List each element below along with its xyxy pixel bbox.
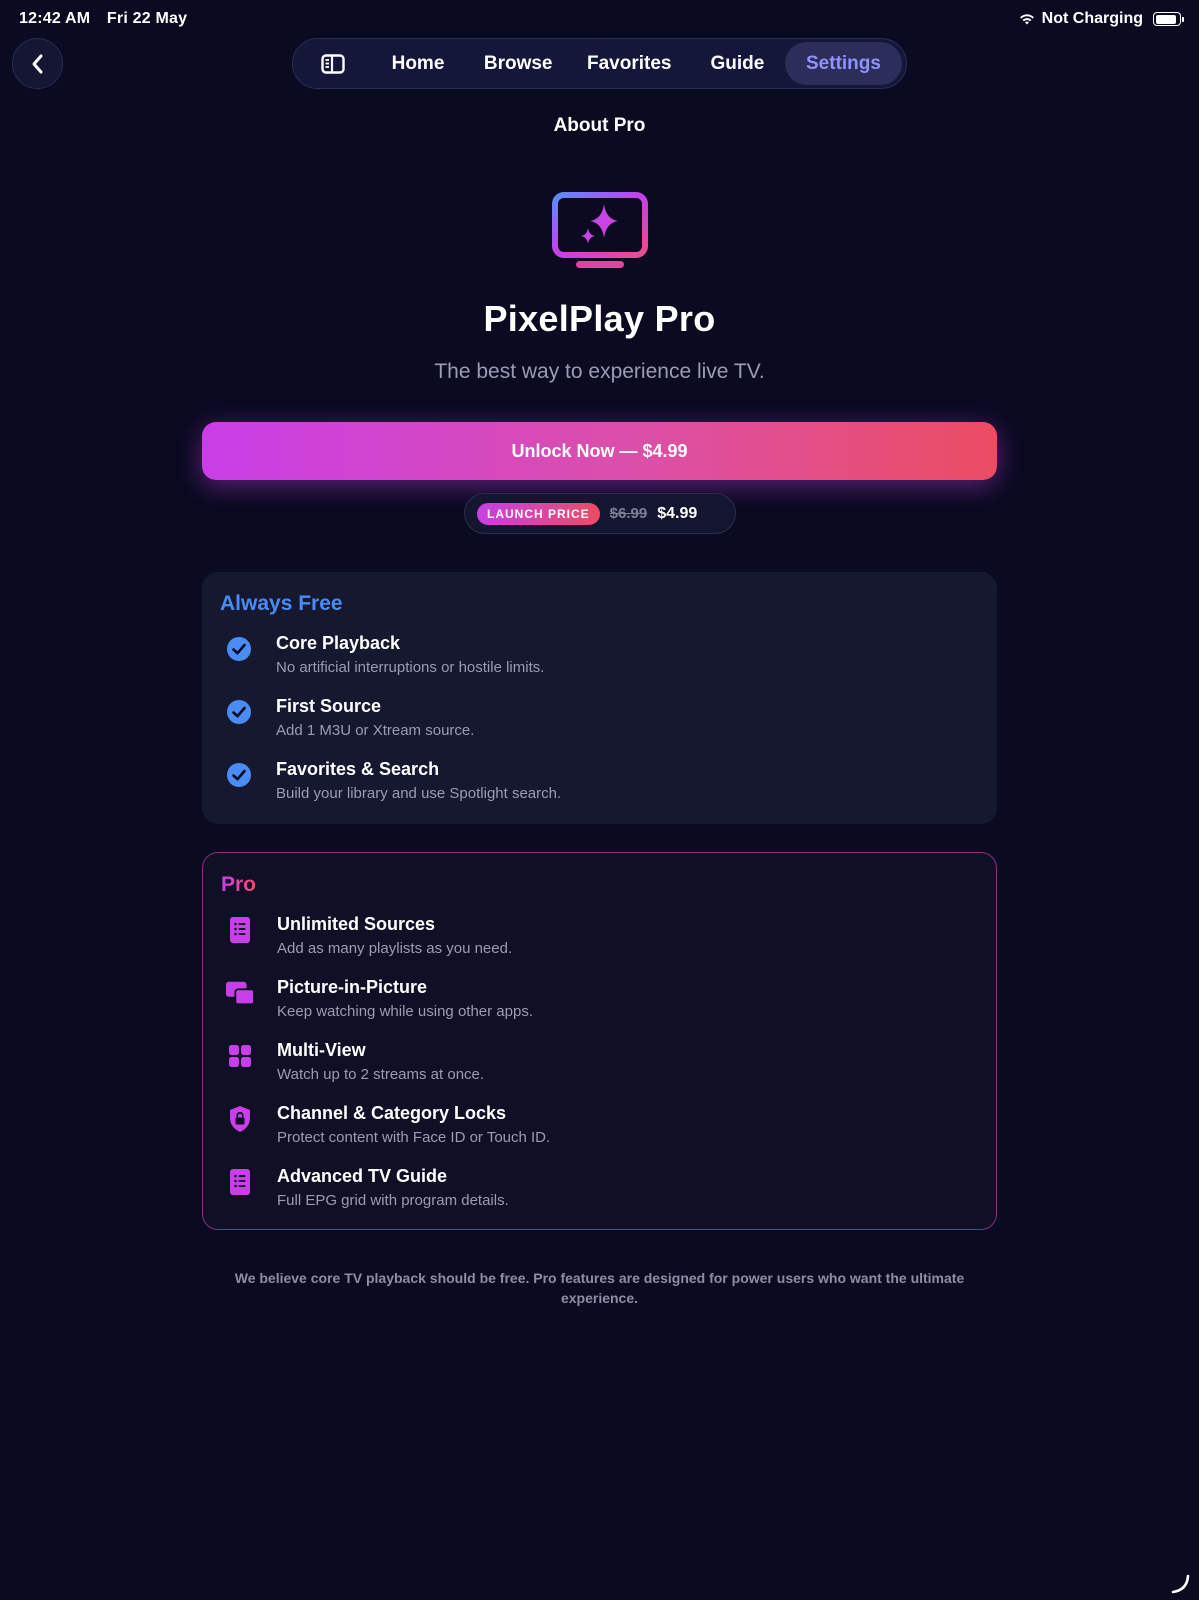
launch-price-badge: LAUNCH PRICE [477, 502, 600, 525]
feature-picture-in-picture: Picture-in-Picture Keep watching while u… [221, 976, 978, 1039]
battery-icon [1153, 12, 1184, 26]
footer-note: We believe core TV playback should be fr… [234, 1270, 965, 1306]
feature-title: Picture-in-Picture [277, 977, 428, 997]
launch-price-pill: LAUNCH PRICE $6.99 $4.99 [464, 493, 736, 534]
feature-desc: Add 1 M3U or Xtream source. [276, 722, 475, 739]
status-date: Fri 22 May [106, 10, 188, 27]
tab-settings[interactable]: Settings [784, 42, 902, 85]
feature-desc: Full EPG grid with program details. [277, 1192, 509, 1209]
feature-title: Core Playback [276, 633, 401, 653]
new-price: $4.99 [657, 504, 698, 522]
page-title: About Pro [553, 115, 646, 136]
grid-icon [225, 1041, 255, 1071]
tv-sparkles-icon [552, 192, 648, 268]
sidebar-toggle-button[interactable] [297, 42, 368, 85]
lock-shield-icon [225, 1104, 255, 1134]
status-indicators: Not Charging [1018, 10, 1184, 28]
feature-desc: Add as many playlists as you need. [277, 940, 513, 957]
checkmark-circle-icon [224, 634, 254, 664]
feature-desc: Protect content with Face ID or Touch ID… [277, 1129, 551, 1146]
feature-multi-view: Multi-View Watch up to 2 streams at once… [221, 1039, 978, 1102]
back-button[interactable] [12, 38, 63, 89]
checkmark-circle-icon [224, 697, 254, 727]
always-free-card: Always Free Core Playback No artificial … [202, 572, 997, 824]
feature-core-playback: Core Playback No artificial interruption… [220, 632, 979, 695]
tab-home[interactable]: Home [368, 42, 467, 85]
feature-title: First Source [276, 696, 382, 716]
checkmark-circle-icon [224, 760, 254, 790]
tab-favorites[interactable]: Favorites [569, 42, 690, 85]
pro-heading: Pro [221, 873, 257, 896]
feature-first-source: First Source Add 1 M3U or Xtream source. [220, 695, 979, 758]
app-name: PixelPlay Pro [483, 298, 716, 339]
feature-channel-locks: Channel & Category Locks Protect content… [221, 1102, 978, 1165]
feature-title: Unlimited Sources [277, 914, 436, 934]
pip-icon [225, 978, 255, 1008]
status-bar: 12:42 AM Fri 22 May Not Charging [0, 0, 1199, 36]
tab-browse[interactable]: Browse [468, 42, 569, 85]
feature-title: Advanced TV Guide [277, 1166, 448, 1186]
chevron-left-icon [32, 54, 42, 73]
feature-desc: No artificial interruptions or hostile l… [276, 659, 545, 676]
wifi-icon [1019, 14, 1034, 25]
feature-title: Channel & Category Locks [277, 1103, 507, 1123]
feature-desc: Build your library and use Spotlight sea… [276, 785, 562, 802]
status-time-date: 12:42 AM Fri 22 May [19, 10, 187, 28]
always-free-heading: Always Free [220, 592, 343, 615]
feature-favorites-search: Favorites & Search Build your library an… [220, 758, 979, 821]
feature-desc: Watch up to 2 streams at once. [277, 1066, 485, 1083]
top-tab-bar: Home Browse Favorites Guide Settings [292, 38, 907, 89]
tab-guide[interactable]: Guide [690, 42, 785, 85]
status-time: 12:42 AM [19, 10, 91, 27]
feature-desc: Keep watching while using other apps. [277, 1003, 533, 1020]
tagline: The best way to experience live TV. [434, 360, 765, 383]
sidebar-icon [321, 53, 345, 74]
old-price: $6.99 [609, 505, 648, 522]
resize-handle-icon[interactable] [1169, 1572, 1191, 1594]
feature-advanced-tv-guide: Advanced TV Guide Full EPG grid with pro… [221, 1165, 978, 1228]
pro-card: Pro Unlimited Sources Add as many playli… [202, 852, 997, 1230]
battery-level [1155, 14, 1177, 24]
feature-unlimited-sources: Unlimited Sources Add as many playlists … [221, 913, 978, 976]
list-document-icon [225, 915, 255, 945]
unlock-now-button[interactable]: Unlock Now — $4.99 [202, 422, 997, 480]
feature-title: Favorites & Search [276, 759, 440, 779]
feature-title: Multi-View [277, 1040, 366, 1060]
list-document-icon [225, 1167, 255, 1197]
charging-status: Not Charging [1041, 10, 1143, 27]
